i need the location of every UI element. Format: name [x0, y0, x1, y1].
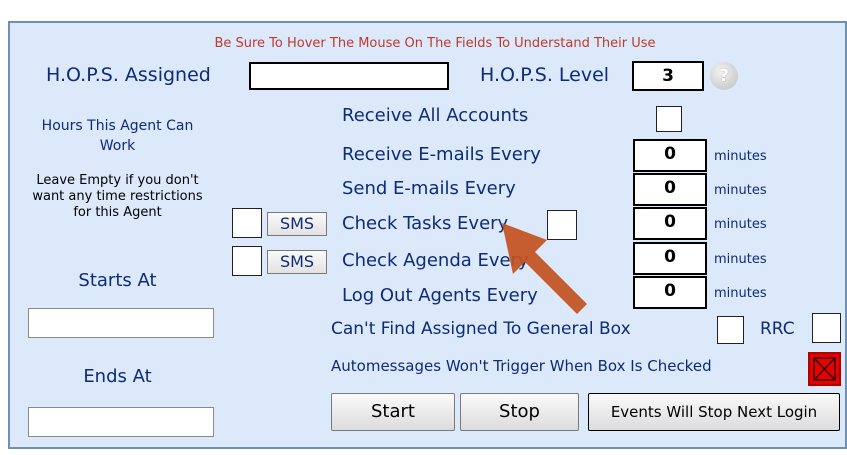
hops-assigned-label: H.O.P.S. Assigned — [46, 64, 211, 86]
check-tasks-unit: minutes — [714, 217, 767, 232]
receive-emails-input[interactable]: 0 — [633, 139, 707, 172]
hours-note: Leave Empty if you don't want any time r… — [32, 173, 203, 220]
send-emails-input[interactable]: 0 — [633, 173, 707, 206]
check-agenda-input[interactable]: 0 — [633, 242, 707, 275]
starts-at-label: Starts At — [78, 270, 157, 291]
ends-at-input[interactable] — [28, 407, 214, 437]
check-tasks-label: Check Tasks Every — [342, 213, 509, 234]
check-agenda-unit: minutes — [714, 252, 767, 267]
general-box-label: Can't Find Assigned To General Box — [331, 319, 631, 339]
events-button[interactable]: Events Will Stop Next Login — [588, 393, 840, 431]
general-box-checkbox[interactable] — [717, 316, 744, 344]
receive-emails-label: Receive E-mails Every — [342, 144, 541, 165]
hops-level-label: H.O.P.S. Level — [480, 64, 610, 86]
start-button[interactable]: Start — [331, 393, 455, 431]
log-out-agents-input[interactable]: 0 — [633, 276, 707, 309]
receive-emails-unit: minutes — [714, 149, 767, 164]
sms-tasks-button[interactable]: SMS — [267, 212, 327, 236]
hours-title: Hours This Agent Can Work — [41, 118, 194, 154]
hops-level-input[interactable]: 3 — [632, 61, 704, 91]
rrc-label: RRC — [760, 319, 795, 339]
stop-button[interactable]: Stop — [460, 393, 579, 431]
rrc-checkbox[interactable] — [812, 313, 841, 343]
receive-all-accounts-checkbox[interactable] — [656, 106, 682, 132]
help-icon[interactable]: ? — [710, 62, 738, 90]
checked-x-icon — [813, 357, 836, 381]
log-out-agents-unit: minutes — [714, 286, 767, 301]
hops-assigned-input[interactable] — [249, 62, 449, 90]
automessages-checkbox[interactable] — [808, 352, 841, 386]
check-tasks-input[interactable]: 0 — [633, 207, 707, 240]
sms-agenda-button[interactable]: SMS — [267, 250, 327, 274]
ends-at-label: Ends At — [83, 366, 152, 387]
pointer-arrow-icon — [502, 223, 587, 314]
send-emails-label: Send E-mails Every — [342, 178, 516, 199]
help-icon-glyph: ? — [719, 66, 729, 86]
hover-hint: Be Sure To Hover The Mouse On The Fields… — [214, 36, 656, 51]
receive-all-accounts-label: Receive All Accounts — [342, 105, 529, 126]
send-emails-unit: minutes — [714, 183, 767, 198]
automessages-label: Automessages Won't Trigger When Box Is C… — [331, 357, 712, 375]
sms-agenda-checkbox[interactable] — [232, 246, 262, 276]
starts-at-input[interactable] — [28, 308, 214, 338]
sms-tasks-checkbox[interactable] — [232, 208, 262, 238]
